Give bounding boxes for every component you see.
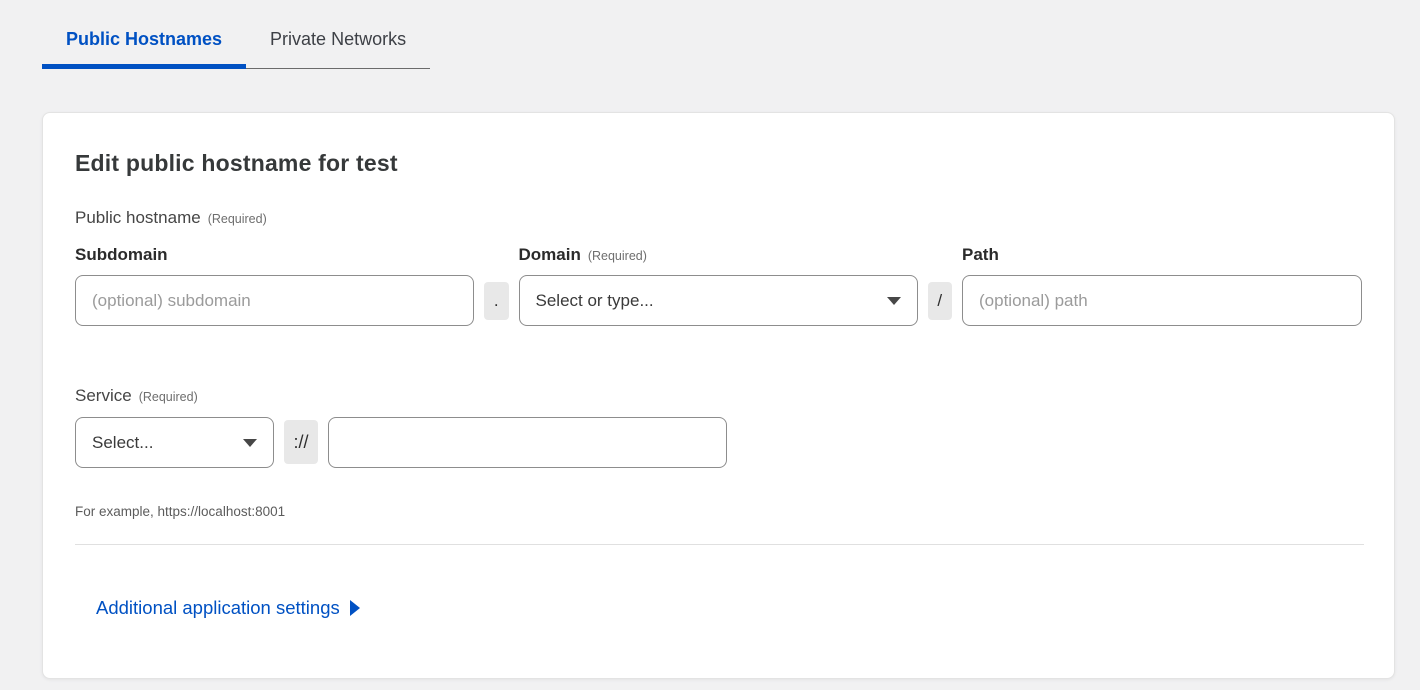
service-url-input[interactable] <box>328 417 727 468</box>
tab-private-networks[interactable]: Private Networks <box>246 0 430 69</box>
chevron-right-icon <box>350 600 360 616</box>
path-field-group: Path <box>962 245 1362 326</box>
path-input[interactable] <box>962 275 1362 326</box>
service-required-note: (Required) <box>139 390 198 404</box>
service-type-select[interactable]: Select... <box>75 417 274 468</box>
public-hostname-label: Public hostname <box>75 208 201 227</box>
service-example-hint: For example, https://localhost:8001 <box>75 504 1362 519</box>
dot-separator: . <box>484 282 509 320</box>
additional-settings-label: Additional application settings <box>96 597 340 619</box>
tab-public-hostnames[interactable]: Public Hostnames <box>42 0 246 69</box>
domain-select[interactable]: Select or type... <box>519 275 918 326</box>
hostname-field-row: Subdomain . Domain(Required) Select or t… <box>75 245 1362 326</box>
chevron-down-icon <box>243 439 257 447</box>
public-hostname-section-label: Public hostname (Required) <box>75 208 1362 228</box>
service-section-label: Service (Required) <box>75 386 1362 406</box>
service-label: Service <box>75 386 132 405</box>
public-hostname-required-note: (Required) <box>208 212 267 226</box>
subdomain-input[interactable] <box>75 275 474 326</box>
section-divider <box>75 544 1364 545</box>
domain-label: Domain(Required) <box>519 245 918 265</box>
scheme-separator: :// <box>284 420 318 464</box>
domain-required-note: (Required) <box>588 249 647 263</box>
edit-hostname-panel: Edit public hostname for test Public hos… <box>42 112 1395 679</box>
tab-bar: Public Hostnames Private Networks <box>42 0 1420 69</box>
chevron-down-icon <box>887 297 901 305</box>
service-type-select-value: Select... <box>92 433 153 453</box>
page-title: Edit public hostname for test <box>75 150 1362 177</box>
additional-application-settings-link[interactable]: Additional application settings <box>96 597 360 619</box>
path-label: Path <box>962 245 1362 265</box>
subdomain-field-group: Subdomain <box>75 245 474 326</box>
service-field-row: Select... :// <box>75 417 1362 468</box>
domain-select-value: Select or type... <box>536 291 654 311</box>
subdomain-label: Subdomain <box>75 245 474 265</box>
slash-separator: / <box>928 282 953 320</box>
domain-field-group: Domain(Required) Select or type... <box>519 245 918 326</box>
